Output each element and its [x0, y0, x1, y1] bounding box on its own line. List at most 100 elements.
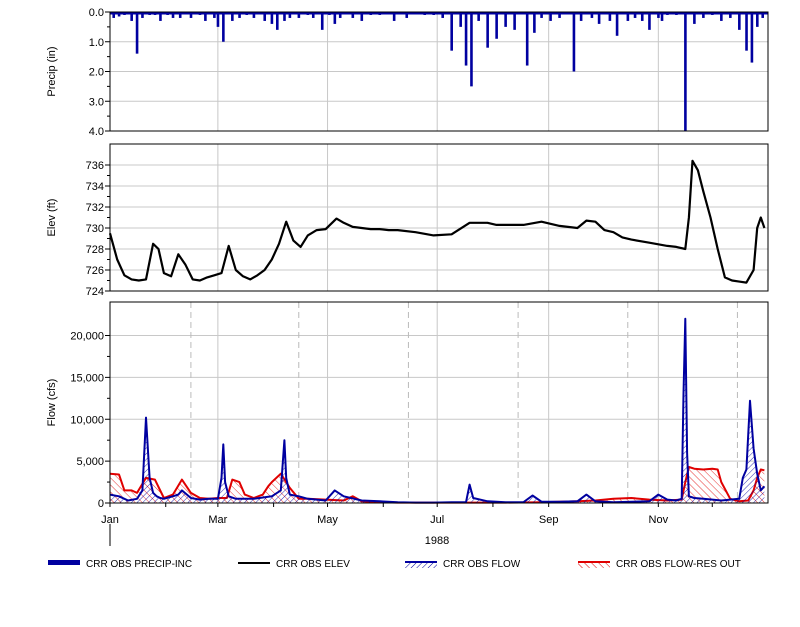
precip-bar: [504, 12, 507, 27]
precip-bar: [572, 12, 576, 72]
precip-bar: [360, 12, 364, 21]
panel-frame: [109, 301, 769, 504]
precip-bar: [693, 12, 696, 24]
precip-bar: [222, 12, 225, 42]
precip-bar: [648, 12, 651, 30]
y-tick-label: 5,000: [76, 456, 104, 468]
x-tick-label: Jul: [430, 514, 444, 526]
precip-bar: [486, 12, 489, 48]
y-tick-label: 0.0: [89, 7, 104, 19]
precip-bar: [135, 12, 139, 54]
precip-bar: [216, 12, 220, 27]
precip-panel: 0.0 1.0 2.0 3.0 4.0 Precip (in): [46, 7, 769, 138]
precip-bar: [252, 12, 256, 18]
precip-bar: [756, 12, 759, 27]
y-tick-label: 15,000: [70, 372, 104, 384]
precip-bar: [141, 12, 144, 18]
precip-bar: [297, 12, 301, 18]
precip-bar: [745, 12, 748, 51]
precip-bar: [130, 12, 133, 21]
y-axis-label: Elev (ft): [46, 199, 58, 237]
precip-bar: [351, 12, 355, 18]
x-tick-label: Nov: [649, 514, 669, 526]
precip-bar: [660, 12, 664, 21]
precip-bar: [283, 12, 286, 21]
precip-bar: [441, 12, 444, 18]
x-tick-label: May: [317, 514, 338, 526]
precip-bar: [311, 12, 315, 18]
precip-bar: [171, 12, 175, 18]
precip-bar: [405, 12, 409, 18]
precip-bar: [338, 12, 342, 18]
precip-bar: [633, 12, 637, 18]
precip-bar: [159, 12, 162, 21]
precip-bar: [608, 12, 612, 21]
y-tick-label: 736: [86, 160, 104, 172]
y-tick-label: 728: [86, 244, 104, 256]
precip-bar: [263, 12, 267, 21]
y-axis-label: Precip (in): [46, 46, 58, 96]
precip-bar: [558, 12, 561, 18]
precip-bar: [729, 12, 732, 18]
precip-bar: [117, 12, 121, 17]
precip-bar: [112, 12, 115, 18]
precip-bar: [533, 12, 536, 33]
precip-bar: [213, 12, 216, 18]
legend-label: CRR OBS PRECIP-INC: [86, 559, 192, 570]
precip-bar: [738, 12, 741, 30]
legend-label: CRR OBS FLOW: [443, 559, 521, 570]
precip-bar: [761, 12, 765, 18]
precip-bar: [320, 12, 324, 30]
hydrograph-chart: 0.01.02.03.04.0Precip (in) 7247267287307…: [46, 7, 769, 570]
precip-bar: [720, 12, 723, 21]
precip-bar: [270, 12, 274, 24]
x-tick-label: Mar: [208, 514, 227, 526]
flow-panel: 0 5,000 10,000 15,000 20,000 Flow (cfs): [46, 301, 769, 510]
precip-bar: [450, 12, 453, 51]
precip-bar: [470, 12, 473, 87]
y-tick-label: 726: [86, 265, 104, 277]
precip-bar: [590, 12, 594, 18]
y-axis-label: Flow (cfs): [46, 379, 58, 427]
precip-bar: [640, 12, 644, 21]
precip-bar: [579, 12, 583, 21]
precip-bar: [464, 12, 468, 66]
precip-bar: [513, 12, 516, 30]
y-tick-label: 732: [86, 202, 104, 214]
precip-bar: [626, 12, 630, 21]
precip-bar: [615, 12, 619, 36]
precip-bar: [238, 12, 241, 18]
year-label: 1988: [425, 535, 449, 547]
y-tick-label: 1.0: [89, 37, 104, 49]
y-tick-label: 734: [86, 181, 104, 193]
precip-bar: [275, 12, 279, 30]
x-tick-label: Sep: [539, 514, 559, 526]
y-tick-label: 2.0: [89, 67, 104, 79]
precip-bar: [525, 12, 529, 66]
precip-bar: [477, 12, 480, 21]
legend-swatch: [48, 560, 80, 565]
precip-bar: [288, 12, 292, 18]
precip-bar: [684, 12, 687, 131]
y-tick-label: 0: [98, 498, 104, 510]
legend-label: CRR OBS FLOW-RES OUT: [616, 559, 741, 570]
precip-bar: [549, 12, 552, 21]
precip-bar: [204, 12, 207, 21]
precip-bar: [597, 12, 601, 24]
y-tick-label: 10,000: [70, 414, 104, 426]
y-tick-label: 20,000: [70, 331, 104, 343]
precip-bar: [231, 12, 234, 21]
y-tick-label: 730: [86, 223, 104, 235]
y-tick-label: 4.0: [89, 126, 104, 138]
y-tick-label: 3.0: [89, 96, 104, 108]
x-axis: Jan Mar May Jul Sep Nov1988: [101, 503, 713, 547]
precip-bar: [657, 12, 660, 18]
precip-bar: [189, 12, 193, 18]
elev-panel: 724 726 728 730 732 734 736 Elev (ft): [46, 143, 769, 298]
legend: CRR OBS PRECIP-INC CRR OBS ELEV CRR OBS FL…: [48, 559, 741, 570]
legend-label: CRR OBS ELEV: [276, 559, 350, 570]
precip-bar: [750, 12, 754, 63]
precip-bar: [178, 12, 182, 18]
precip-bar: [392, 12, 396, 21]
y-tick-label: 724: [86, 286, 104, 298]
